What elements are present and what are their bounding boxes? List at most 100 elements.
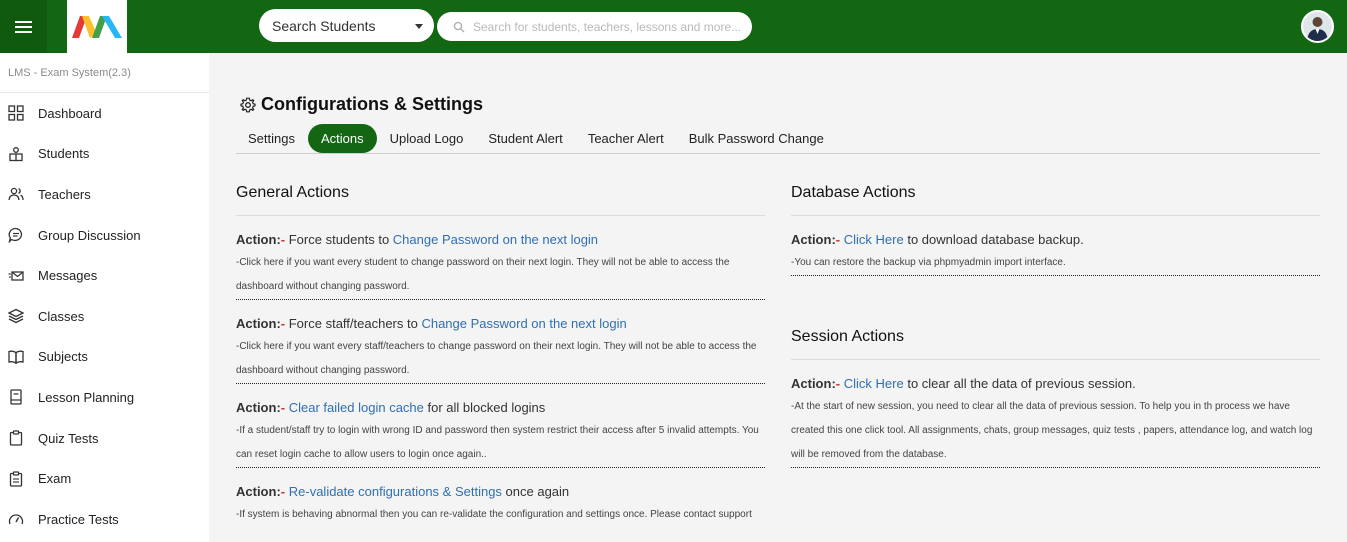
mail-icon xyxy=(7,267,24,284)
download-backup-link[interactable]: Click Here xyxy=(844,232,904,247)
user-avatar[interactable] xyxy=(1301,10,1334,43)
action-text-after: once again xyxy=(501,484,570,499)
action-text-before: Force staff/teachers to xyxy=(285,316,422,331)
chevron-down-icon xyxy=(415,24,423,29)
main-content: Configurations & Settings Settings Actio… xyxy=(209,53,1347,542)
action-prefix: Action: xyxy=(236,232,281,247)
hamburger-menu-button[interactable] xyxy=(0,0,47,53)
clear-login-cache-link[interactable]: Clear failed login cache xyxy=(289,400,424,415)
sidebar-item-group-discussion[interactable]: Group Discussion xyxy=(0,215,209,256)
sidebar-item-label: Subjects xyxy=(38,349,88,365)
action-prefix: Action: xyxy=(236,316,281,331)
sidebar-item-students[interactable]: Students xyxy=(0,134,209,175)
global-search-input[interactable] xyxy=(473,19,743,34)
sidebar-item-dashboard[interactable]: Dashboard xyxy=(0,93,209,134)
sidebar-item-quiz-tests[interactable]: Quiz Tests xyxy=(0,418,209,459)
tab-student-alert[interactable]: Student Alert xyxy=(476,124,574,153)
tab-actions[interactable]: Actions xyxy=(307,123,377,153)
action-text-after: to clear all the data of previous sessio… xyxy=(903,376,1136,391)
sidebar-item-subjects[interactable]: Subjects xyxy=(0,337,209,378)
action-item: Action:- Force staff/teachers to Change … xyxy=(236,300,765,384)
student-icon xyxy=(7,145,24,162)
tab-bulk-password-change[interactable]: Bulk Password Change xyxy=(677,124,836,153)
force-students-password-change-link[interactable]: Change Password on the next login xyxy=(393,232,598,247)
sidebar-item-label: Group Discussion xyxy=(38,227,141,243)
user-photo-icon xyxy=(1303,12,1332,41)
gear-icon xyxy=(240,97,256,112)
sidebar-item-label: Lesson Planning xyxy=(38,389,135,405)
action-prefix: Action: xyxy=(791,232,836,247)
action-line: Action:- Force students to Change Passwo… xyxy=(236,232,765,247)
sidebar-item-practice-tests[interactable]: Practice Tests xyxy=(0,499,209,540)
action-description: -Click here if you want every staff/teac… xyxy=(236,341,757,376)
clipboard-icon xyxy=(7,430,24,447)
gauge-icon xyxy=(7,511,24,528)
action-description: -Click here if you want every student to… xyxy=(236,257,730,292)
general-actions-title: General Actions xyxy=(236,184,765,216)
action-item: Action:- Click Here to download database… xyxy=(791,216,1320,276)
action-description: -You can restore the backup via phpmyadm… xyxy=(791,257,1066,268)
action-item: Action:- Re-validate configurations & Se… xyxy=(236,468,765,527)
database-actions-title: Database Actions xyxy=(791,184,1320,216)
logo-icon xyxy=(72,15,122,38)
action-description: -If system is behaving abnormal then you… xyxy=(236,509,752,520)
sidebar-item-lesson-planning[interactable]: Lesson Planning xyxy=(0,377,209,418)
action-line: Action:- Re-validate configurations & Se… xyxy=(236,484,765,499)
action-text-after: to download database backup. xyxy=(903,232,1084,247)
sidebar-item-exam[interactable]: Exam xyxy=(0,458,209,499)
layers-icon xyxy=(7,308,24,325)
sidebar-item-label: Quiz Tests xyxy=(38,430,99,446)
top-bar: Search Students xyxy=(0,0,1347,53)
action-line: Action:- Clear failed login cache for al… xyxy=(236,400,765,415)
sidebar-item-label: Dashboard xyxy=(38,105,102,121)
sidebar-item-label: Exam xyxy=(38,471,72,487)
settings-tabs: Settings Actions Upload Logo Student Ale… xyxy=(236,123,1320,154)
hamburger-icon xyxy=(15,20,32,33)
action-item: Action:- Clear failed login cache for al… xyxy=(236,384,765,468)
action-text-after: for all blocked logins xyxy=(423,400,546,415)
action-line: Action:- Click Here to clear all the dat… xyxy=(791,376,1320,391)
action-line: Action:- Force staff/teachers to Change … xyxy=(236,316,765,331)
page-title-text: Configurations & Settings xyxy=(261,94,483,114)
sidebar-item-label: Messages xyxy=(38,268,98,284)
global-search-box[interactable] xyxy=(437,12,752,41)
notebook-icon xyxy=(7,389,24,406)
sidebar-item-label: Classes xyxy=(38,308,85,324)
action-item: Action:- Click Here to clear all the dat… xyxy=(791,360,1320,468)
tab-upload-logo[interactable]: Upload Logo xyxy=(378,124,476,153)
page-title: Configurations & Settings xyxy=(240,94,483,115)
app-logo[interactable] xyxy=(67,0,127,53)
sidebar-item-messages[interactable]: Messages xyxy=(0,255,209,296)
sidebar-item-label: Students xyxy=(38,146,90,162)
action-description: -At the start of new session, you need t… xyxy=(791,401,1313,460)
grid-icon xyxy=(7,105,24,122)
session-actions-title: Session Actions xyxy=(791,328,1320,360)
action-item: Action:- Force students to Change Passwo… xyxy=(236,216,765,300)
database-actions-section: Database Actions Action:- Click Here to … xyxy=(791,184,1320,468)
sidebar-item-label: Practice Tests xyxy=(38,511,119,527)
search-icon xyxy=(453,21,465,32)
force-teachers-password-change-link[interactable]: Change Password on the next login xyxy=(421,316,626,331)
action-text-before: Force students to xyxy=(285,232,393,247)
search-scope-value: Search Students xyxy=(272,17,376,34)
sidebar-item-label: Teachers xyxy=(38,186,91,202)
book-icon xyxy=(7,348,24,365)
general-actions-section: General Actions Action:- Force students … xyxy=(236,184,765,527)
users-icon xyxy=(7,186,24,203)
sidebar-item-classes[interactable]: Classes xyxy=(0,296,209,337)
tab-teacher-alert[interactable]: Teacher Alert xyxy=(576,124,676,153)
clear-session-data-link[interactable]: Click Here xyxy=(844,376,904,391)
search-scope-select[interactable]: Search Students xyxy=(259,9,434,42)
system-name: LMS - Exam System(2.3) xyxy=(0,53,209,93)
action-prefix: Action: xyxy=(236,484,281,499)
action-prefix: Action: xyxy=(236,400,281,415)
chat-icon xyxy=(7,227,24,244)
tab-settings[interactable]: Settings xyxy=(236,124,307,153)
action-description: -If a student/staff try to login with wr… xyxy=(236,425,759,460)
action-line: Action:- Click Here to download database… xyxy=(791,232,1320,247)
sidebar-item-teachers[interactable]: Teachers xyxy=(0,174,209,215)
exam-icon xyxy=(7,470,24,487)
action-prefix: Action: xyxy=(791,376,836,391)
revalidate-settings-link[interactable]: Re-validate configurations & Settings xyxy=(289,484,502,499)
sidebar: LMS - Exam System(2.3) Dashboard Student… xyxy=(0,53,209,542)
